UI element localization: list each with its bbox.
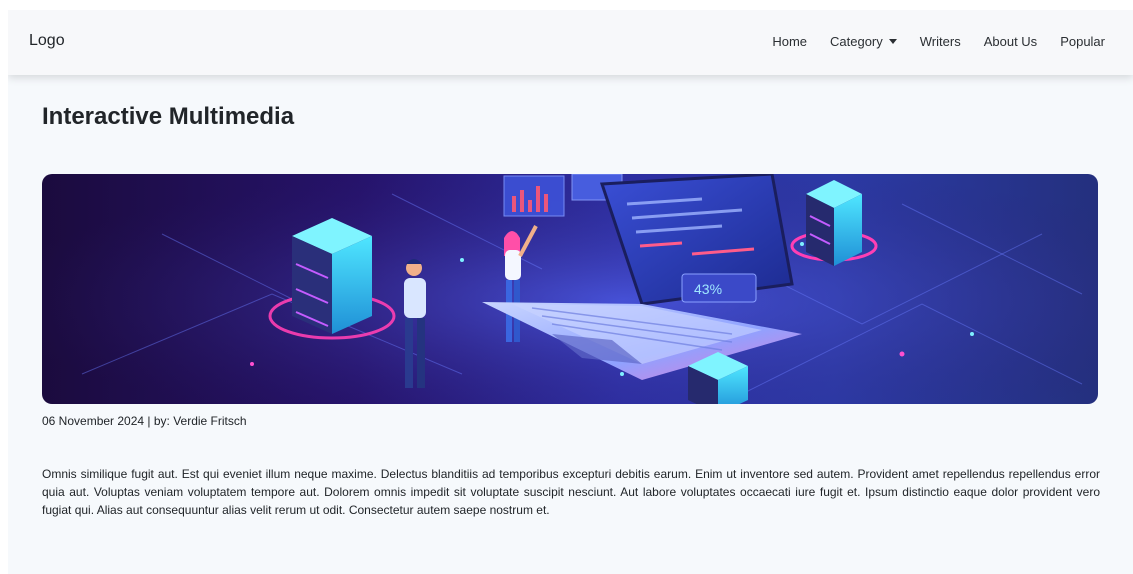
navbar: Logo Home Category Writers About Us Popu…: [8, 10, 1133, 75]
article-body: Omnis similique fugit aut. Est qui eveni…: [42, 467, 1100, 517]
nav-item-about-us[interactable]: About Us: [984, 34, 1037, 49]
article-meta: 06 November 2024 | by: Verdie Fritsch: [42, 414, 247, 428]
nav-item-about-us-label: About Us: [983, 34, 1038, 49]
hero-image: 43%: [42, 174, 1098, 404]
isometric-laptop-servers-illustration-icon: 43%: [42, 174, 1098, 404]
nav-item-writers[interactable]: Writers: [920, 34, 961, 49]
nav-item-category-label: Category: [830, 34, 883, 49]
nav-item-category[interactable]: Category: [830, 34, 897, 49]
nav-item-writers-label: Writers: [919, 34, 961, 49]
caret-down-icon: [888, 39, 897, 44]
percent-badge-text: 43%: [694, 281, 722, 297]
nav-item-home[interactable]: Home: [772, 34, 807, 49]
nav-item-popular-label: Popular: [1060, 34, 1105, 49]
brand-logo[interactable]: Logo: [29, 32, 65, 50]
nav-item-popular[interactable]: Popular: [1060, 34, 1105, 49]
nav-item-home-label: Home: [772, 34, 808, 49]
page-frame: Logo Home Category Writers About Us Popu…: [8, 10, 1133, 574]
article-title: Interactive Multimedia: [42, 103, 295, 130]
nav-menu: Home Category Writers About Us Popular: [772, 34, 1105, 49]
